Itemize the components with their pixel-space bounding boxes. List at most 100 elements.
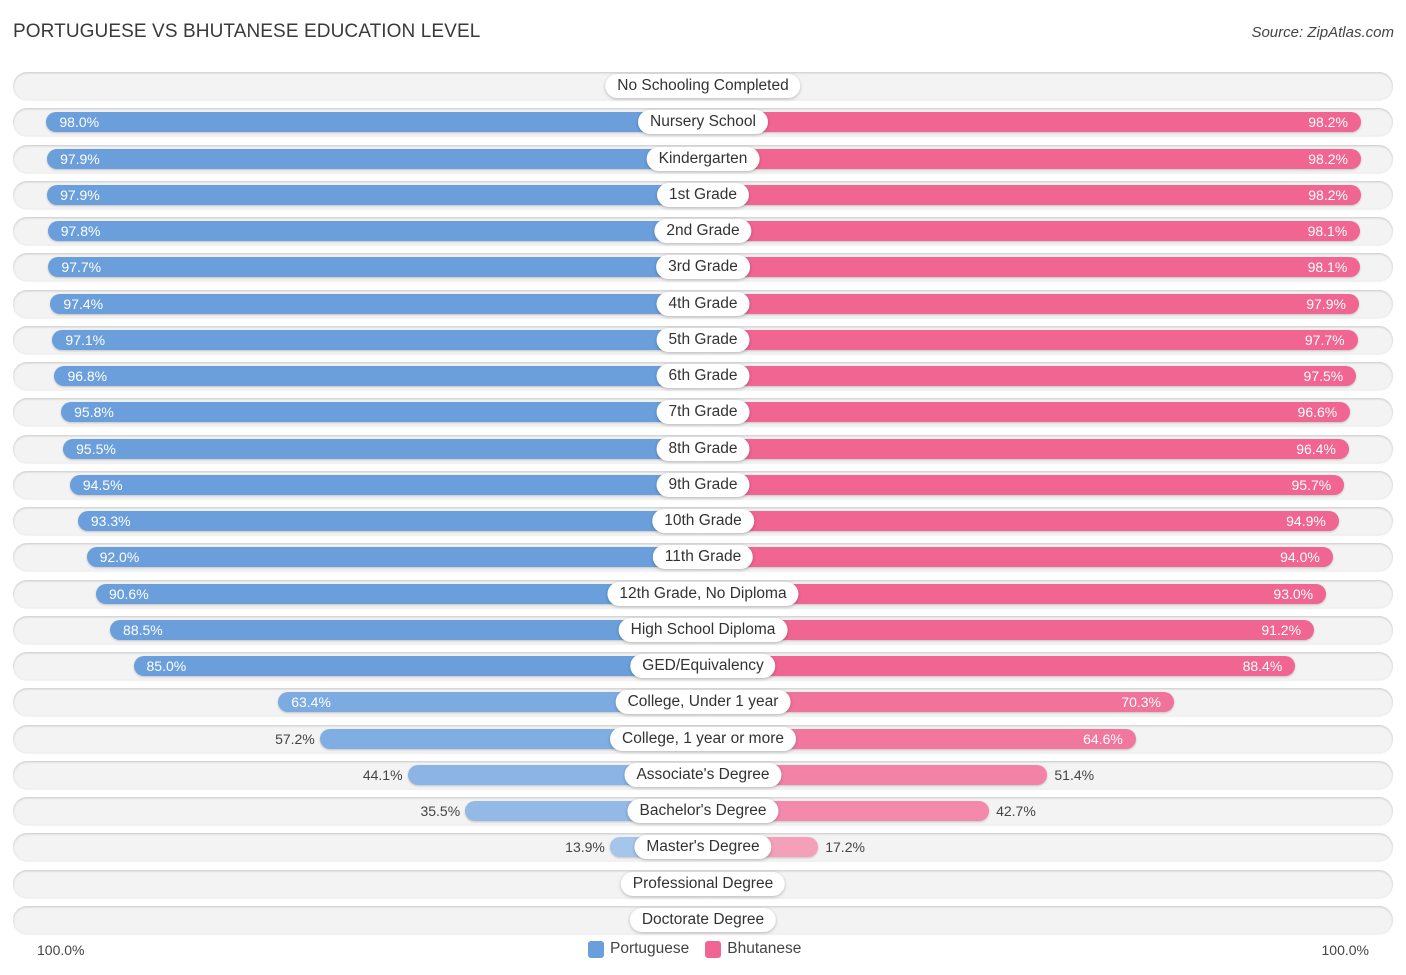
category-label-bachelor-s-degree: Bachelor's Degree — [627, 799, 779, 824]
left-axis-label: 100.0% — [37, 942, 85, 958]
value-label-portuguese-3rd-grade: 97.7% — [61, 259, 102, 276]
value-label-bhutanese-college-1-year-or-more: 64.6% — [1083, 730, 1123, 747]
category-label-8th-grade: 8th Grade — [656, 436, 750, 461]
category-label-10th-grade: 10th Grade — [652, 509, 754, 534]
value-label-portuguese-4th-grade: 97.4% — [63, 295, 104, 312]
bar-portuguese-11th-grade[interactable] — [86, 547, 703, 568]
bar-bhutanese-8th-grade[interactable] — [703, 438, 1349, 459]
value-label-bhutanese-ged-equivalency: 88.4% — [1242, 658, 1283, 675]
value-label-bhutanese-high-school-diploma: 91.2% — [1261, 621, 1302, 638]
bar-portuguese-kindergarten[interactable] — [47, 148, 703, 169]
value-label-bhutanese-nursery-school: 98.2% — [1308, 114, 1348, 131]
bar-bhutanese-3rd-grade[interactable] — [703, 257, 1361, 278]
bar-bhutanese-1st-grade[interactable] — [703, 184, 1361, 205]
value-label-bhutanese-2nd-grade: 98.1% — [1307, 223, 1348, 240]
bar-portuguese-10th-grade[interactable] — [77, 511, 703, 532]
bar-bhutanese-2nd-grade[interactable] — [703, 221, 1361, 242]
bar-portuguese-high-school-diploma[interactable] — [110, 619, 703, 640]
bar-portuguese-2nd-grade[interactable] — [47, 221, 703, 242]
legend-label-bhutanese: Bhutanese — [727, 940, 802, 957]
value-label-bhutanese-kindergarten: 98.2% — [1308, 150, 1348, 167]
category-label-college-under-1-year: College, Under 1 year — [615, 690, 791, 715]
legend-label-portuguese: Portuguese — [610, 940, 690, 957]
bar-portuguese-3rd-grade[interactable] — [48, 257, 703, 278]
category-label-6th-grade: 6th Grade — [656, 364, 750, 389]
value-label-portuguese-college-under-1-year: 63.4% — [291, 694, 331, 711]
bar-bhutanese-5th-grade[interactable] — [703, 329, 1358, 350]
category-label-4th-grade: 4th Grade — [656, 291, 750, 316]
category-label-no-schooling-completed: No Schooling Completed — [605, 74, 801, 98]
category-label-9th-grade: 9th Grade — [656, 472, 750, 497]
value-label-portuguese-master-s-degree: 13.9% — [565, 839, 605, 856]
bar-portuguese-5th-grade[interactable] — [52, 329, 703, 350]
value-label-portuguese-ged-equivalency: 85.0% — [146, 658, 187, 675]
value-label-portuguese-kindergarten: 97.9% — [60, 150, 100, 167]
legend-item-portuguese[interactable]: Portuguese — [588, 940, 689, 958]
value-label-bhutanese-11th-grade: 94.0% — [1280, 549, 1320, 566]
bar-bhutanese-9th-grade[interactable] — [703, 474, 1345, 495]
value-label-portuguese-nursery-school: 98.0% — [59, 114, 100, 131]
legend-swatch-bhutanese — [705, 940, 722, 958]
value-label-portuguese-12th-grade-no-diploma: 90.6% — [108, 585, 149, 602]
bar-portuguese-8th-grade[interactable] — [63, 438, 703, 459]
value-label-portuguese-bachelor-s-degree: 35.5% — [420, 803, 461, 820]
bar-bhutanese-11th-grade[interactable] — [703, 547, 1333, 568]
value-label-portuguese-5th-grade: 97.1% — [65, 331, 106, 348]
value-label-portuguese-associate-s-degree: 44.1% — [362, 766, 403, 783]
value-label-bhutanese-4th-grade: 97.9% — [1306, 295, 1346, 312]
chart-area: 2.1%1.8%No Schooling Completed98.0%98.2%… — [0, 0, 1406, 975]
bar-portuguese-7th-grade[interactable] — [61, 402, 703, 423]
category-label-doctorate-degree: Doctorate Degree — [629, 907, 777, 932]
category-label-12th-grade-no-diploma: 12th Grade, No Diploma — [607, 581, 799, 606]
value-label-bhutanese-10th-grade: 94.9% — [1286, 513, 1326, 530]
category-label-3rd-grade: 3rd Grade — [656, 255, 750, 280]
bar-bhutanese-ged-equivalency[interactable] — [703, 656, 1296, 677]
bar-bhutanese-high-school-diploma[interactable] — [703, 619, 1315, 640]
category-label-5th-grade: 5th Grade — [656, 327, 750, 352]
bar-portuguese-4th-grade[interactable] — [50, 293, 703, 314]
bar-bhutanese-6th-grade[interactable] — [703, 366, 1357, 387]
value-label-bhutanese-bachelor-s-degree: 42.7% — [996, 803, 1036, 820]
category-label-associate-s-degree: Associate's Degree — [624, 762, 782, 787]
category-label-11th-grade: 11th Grade — [652, 545, 754, 570]
bar-bhutanese-7th-grade[interactable] — [703, 402, 1351, 423]
category-label-master-s-degree: Master's Degree — [634, 835, 772, 860]
legend-item-bhutanese[interactable]: Bhutanese — [705, 940, 801, 958]
bar-portuguese-nursery-school[interactable] — [46, 112, 703, 133]
value-label-bhutanese-master-s-degree: 17.2% — [825, 839, 865, 856]
value-label-bhutanese-7th-grade: 96.6% — [1297, 404, 1338, 421]
bar-bhutanese-nursery-school[interactable] — [703, 112, 1361, 133]
value-label-portuguese-high-school-diploma: 88.5% — [123, 621, 163, 638]
value-label-bhutanese-1st-grade: 98.2% — [1308, 186, 1348, 203]
bar-portuguese-ged-equivalency[interactable] — [133, 656, 703, 677]
category-label-ged-equivalency: GED/Equivalency — [630, 654, 776, 679]
value-label-portuguese-6th-grade: 96.8% — [67, 368, 108, 385]
value-label-portuguese-2nd-grade: 97.8% — [60, 223, 101, 240]
category-label-7th-grade: 7th Grade — [656, 400, 750, 425]
value-label-portuguese-8th-grade: 95.5% — [76, 440, 116, 457]
bar-portuguese-1st-grade[interactable] — [47, 184, 703, 205]
category-label-college-1-year-or-more: College, 1 year or more — [610, 726, 796, 751]
value-label-bhutanese-college-under-1-year: 70.3% — [1121, 694, 1162, 711]
category-label-nursery-school: Nursery School — [638, 110, 768, 135]
right-axis-label: 100.0% — [1321, 942, 1369, 958]
value-label-bhutanese-6th-grade: 97.5% — [1303, 368, 1344, 385]
bar-portuguese-6th-grade[interactable] — [54, 366, 703, 387]
value-label-portuguese-college-1-year-or-more: 57.2% — [275, 730, 315, 747]
value-label-bhutanese-8th-grade: 96.4% — [1296, 440, 1336, 457]
value-label-portuguese-7th-grade: 95.8% — [74, 404, 114, 421]
value-label-portuguese-10th-grade: 93.3% — [90, 513, 131, 530]
value-label-portuguese-9th-grade: 94.5% — [82, 476, 123, 493]
bar-bhutanese-10th-grade[interactable] — [703, 511, 1339, 532]
category-label-1st-grade: 1st Grade — [656, 182, 750, 207]
value-label-bhutanese-3rd-grade: 98.1% — [1307, 259, 1348, 276]
legend-swatch-portuguese — [588, 940, 604, 958]
category-label-kindergarten: Kindergarten — [646, 146, 760, 171]
bar-bhutanese-4th-grade[interactable] — [703, 293, 1359, 314]
bar-bhutanese-kindergarten[interactable] — [703, 148, 1361, 169]
value-label-bhutanese-associate-s-degree: 51.4% — [1054, 766, 1095, 783]
bar-portuguese-9th-grade[interactable] — [69, 474, 703, 495]
legend: Portuguese Bhutanese — [588, 940, 811, 958]
category-label-professional-degree: Professional Degree — [620, 871, 786, 896]
category-label-high-school-diploma: High School Diploma — [618, 617, 788, 642]
